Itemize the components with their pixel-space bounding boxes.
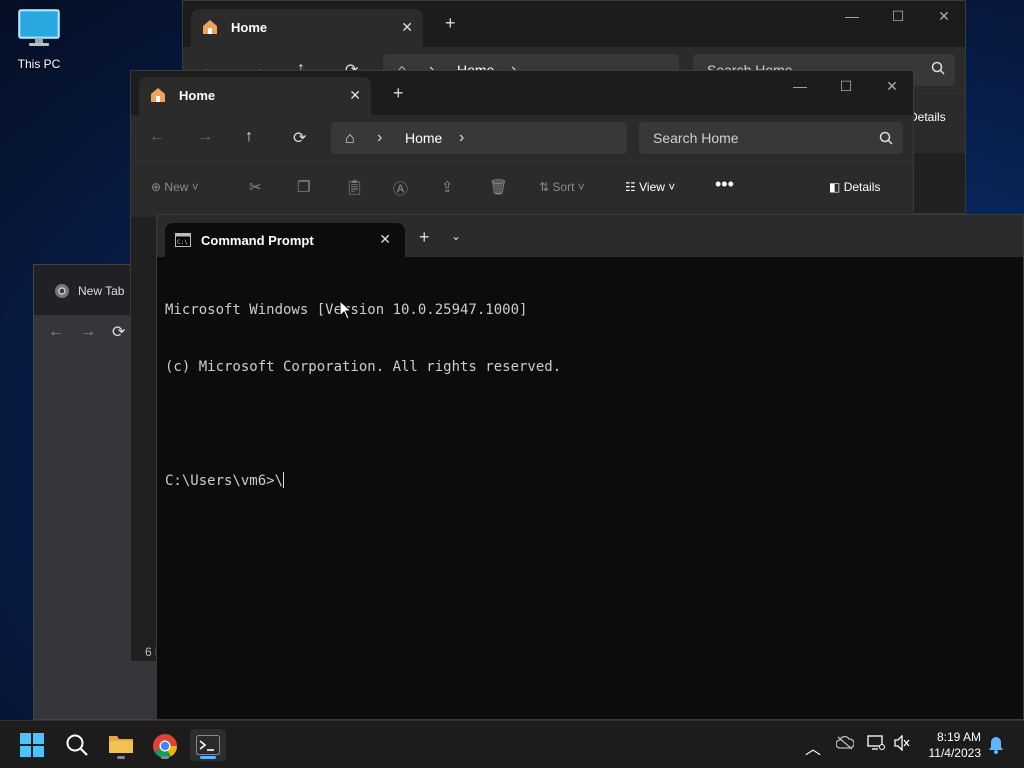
- running-indicator: [117, 756, 125, 759]
- details-pane-icon: ◧: [829, 180, 841, 194]
- notification-bell-icon[interactable]: [988, 736, 1004, 754]
- cmd-tab-title: Command Prompt: [201, 233, 314, 248]
- refresh-icon[interactable]: ⟳: [112, 322, 125, 342]
- plus-circle-icon: ⊕: [151, 180, 162, 194]
- minimize-icon[interactable]: —: [777, 71, 823, 101]
- back-arrow-icon[interactable]: ←: [48, 323, 64, 341]
- home-outline-icon: ⌂: [345, 130, 355, 147]
- terminal-line: Microsoft Windows [Version 10.0.25947.10…: [165, 302, 528, 318]
- home-icon: [201, 18, 219, 36]
- running-indicator: [161, 756, 169, 759]
- cmd-icon: C:\: [175, 233, 191, 247]
- terminal-prompt: C:\Users\vm6>\: [165, 473, 284, 489]
- terminal-output[interactable]: Microsoft Windows [Version 10.0.25947.10…: [165, 263, 561, 529]
- explorer-tab-home[interactable]: Home ✕: [139, 77, 371, 115]
- monitor-icon: [17, 8, 61, 48]
- text-cursor: [283, 472, 285, 488]
- new-tab-icon[interactable]: +: [445, 13, 456, 34]
- up-arrow-icon[interactable]: ↑: [245, 128, 265, 148]
- onedrive-offline-icon[interactable]: [836, 736, 854, 750]
- clock-time: 8:19 AM: [936, 730, 981, 744]
- more-options-icon[interactable]: •••: [715, 174, 734, 195]
- volume-muted-icon[interactable]: [893, 735, 911, 751]
- chevron-up-icon[interactable]: ︿: [805, 735, 821, 759]
- mouse-cursor-icon: [339, 300, 351, 320]
- close-tab-icon[interactable]: ✕: [379, 231, 391, 248]
- explorer-tab-title: Home: [179, 88, 216, 103]
- taskbar-terminal[interactable]: [190, 729, 226, 761]
- close-tab-icon[interactable]: ✕: [401, 19, 413, 36]
- refresh-icon[interactable]: ⟳: [293, 128, 313, 148]
- windows-start-icon[interactable]: [20, 733, 44, 757]
- search-icon: [931, 61, 945, 75]
- maximize-icon[interactable]: ☐: [823, 71, 869, 101]
- clock-date: 11/4/2023: [928, 746, 982, 760]
- terminal-icon: [196, 735, 220, 755]
- details-button[interactable]: ◧ Details: [829, 180, 880, 194]
- active-indicator: [200, 756, 216, 759]
- taskbar-chrome[interactable]: [147, 729, 183, 761]
- copy-icon[interactable]: ❐: [297, 178, 310, 196]
- minimize-icon[interactable]: —: [829, 1, 875, 31]
- system-clock[interactable]: 8:19 AM 11/4/2023: [929, 729, 982, 761]
- search-placeholder: Search Home: [653, 130, 739, 146]
- rename-icon[interactable]: Ⓐ: [393, 178, 408, 199]
- breadcrumb-home[interactable]: Home: [405, 130, 442, 146]
- chevron-right-icon: ›: [459, 129, 465, 146]
- terminal-prompt-line: C:\Users\vm6>\: [165, 472, 561, 491]
- taskbar: ︿ 8:19 AM 11/4/2023: [0, 720, 1024, 768]
- sort-icon: ⇅: [539, 180, 550, 194]
- sort-button-label: Sort: [552, 180, 575, 194]
- cmd-tab[interactable]: C:\ Command Prompt ✕: [165, 223, 405, 257]
- chrome-tab-title: New Tab: [78, 284, 125, 298]
- desktop-icon-this-pc[interactable]: This PC: [10, 8, 68, 78]
- explorer-tab-home[interactable]: Home ✕: [191, 9, 423, 47]
- close-window-icon[interactable]: ✕: [869, 71, 915, 101]
- view-button[interactable]: ☷ View ˅: [625, 180, 675, 194]
- back-arrow-icon[interactable]: ←: [149, 128, 169, 148]
- terminal-line: (c) Microsoft Corporation. All rights re…: [165, 359, 562, 375]
- view-list-icon: ☷: [625, 180, 636, 194]
- home-icon: [149, 86, 167, 104]
- new-button[interactable]: ⊕ New ˅: [151, 180, 199, 194]
- close-tab-icon[interactable]: ✕: [349, 87, 361, 104]
- new-tab-icon[interactable]: +: [393, 83, 404, 104]
- details-button[interactable]: Details: [909, 110, 946, 124]
- delete-icon[interactable]: 🗑︎: [489, 178, 508, 196]
- taskbar-file-explorer[interactable]: [103, 729, 139, 761]
- chrome-logo-icon: [54, 283, 70, 299]
- share-icon[interactable]: ⇪: [441, 178, 454, 196]
- sort-button[interactable]: ⇅ Sort ˅: [539, 180, 585, 194]
- search-icon[interactable]: [65, 733, 89, 757]
- new-tab-icon[interactable]: +: [419, 227, 430, 248]
- paste-icon[interactable]: 📋︎: [345, 178, 364, 196]
- search-icon: [879, 131, 893, 145]
- view-button-label: View: [639, 180, 665, 194]
- forward-arrow-icon[interactable]: →: [80, 323, 96, 341]
- command-prompt-window[interactable]: C:\ Command Prompt ✕ + ⌄ Microsoft Windo…: [156, 214, 1024, 720]
- desktop-icon-label: This PC: [17, 57, 61, 71]
- forward-arrow-icon[interactable]: →: [197, 128, 217, 148]
- network-icon[interactable]: [867, 735, 885, 751]
- cut-icon[interactable]: ✂: [249, 178, 262, 196]
- new-button-label: New: [164, 180, 189, 194]
- folder-icon: [108, 733, 134, 755]
- details-button-label: Details: [843, 180, 881, 194]
- svg-text:C:\: C:\: [177, 239, 188, 246]
- search-input[interactable]: Search Home: [639, 122, 903, 154]
- maximize-icon[interactable]: ☐: [875, 1, 921, 31]
- close-window-icon[interactable]: ✕: [921, 1, 967, 31]
- chevron-down-icon[interactable]: ⌄: [451, 229, 461, 243]
- chevron-right-icon: ›: [377, 129, 383, 146]
- explorer-tab-title: Home: [231, 20, 268, 35]
- address-bar[interactable]: ⌂ › Home ›: [331, 122, 627, 154]
